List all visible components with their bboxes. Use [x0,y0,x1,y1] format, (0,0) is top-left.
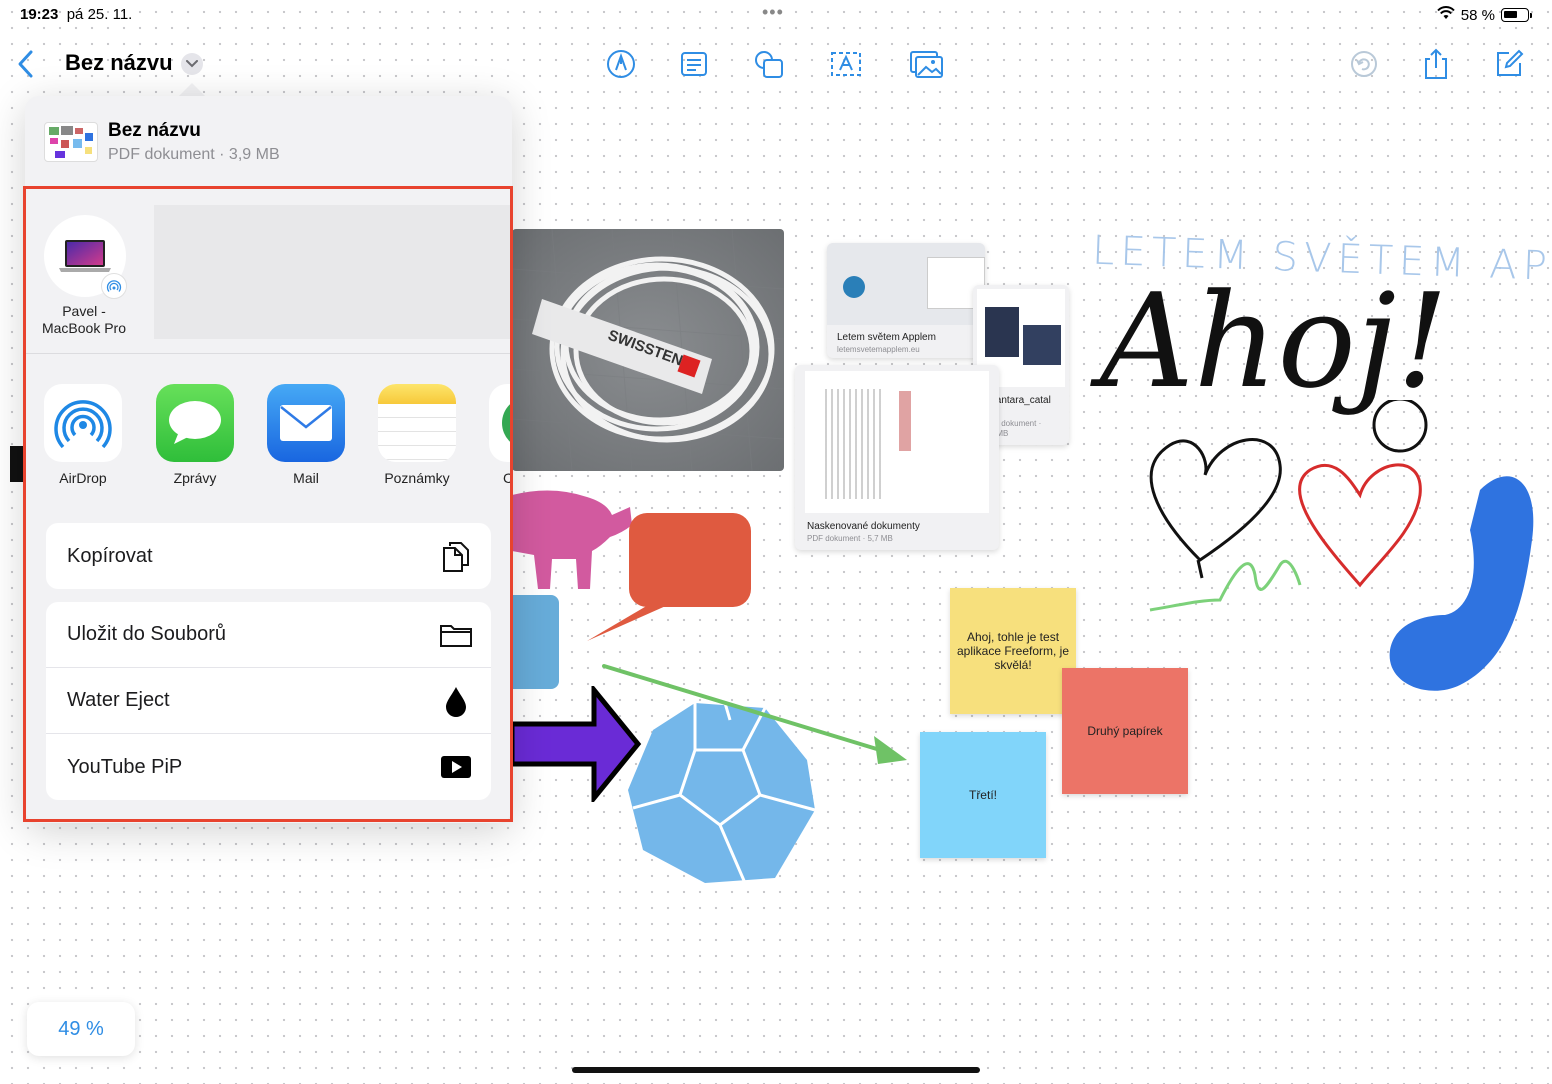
pen-icon [607,50,635,78]
undo-button[interactable] [1346,46,1382,82]
line-arrow[interactable] [600,660,912,775]
note-icon [681,52,707,76]
status-indicators: 58 % [1437,6,1532,24]
text-box-tool-button[interactable] [828,46,864,82]
sticky-note-tool-button[interactable] [676,46,712,82]
status-time: 19:23 pá 25. 11. [20,6,133,23]
pdf-card-scanned[interactable]: Naskenované dokumenty PDF dokument · 5,7… [795,365,999,550]
pen-tool-button[interactable] [603,46,639,82]
battery-percent: 58 % [1460,6,1495,24]
sticky-note-yellow[interactable]: Ahoj, tohle je test aplikace Freeform, j… [950,588,1076,714]
share-icon [1425,48,1447,79]
multitasking-dots[interactable]: ••• [762,2,784,23]
drawing-strokes[interactable] [1140,397,1552,705]
popover-pointer [178,83,206,97]
rectangle-shape[interactable] [512,595,559,689]
back-button[interactable] [14,46,40,82]
battery-icon [1501,8,1529,22]
new-board-button[interactable] [1490,46,1526,82]
chevron-down-icon [186,60,198,68]
document-thumbnail [44,122,98,162]
share-sheet-header: Bez názvu PDF dokument · 3,9 MB [25,96,512,188]
shapes-icon [755,51,783,78]
wifi-icon [1437,6,1455,24]
share-document-name: Bez názvu [108,120,201,141]
sticky-note-blue[interactable]: Třetí! [920,732,1046,858]
link-card[interactable]: Letem světem Applem letemsvetemapplem.eu [827,243,985,358]
media-tool-button[interactable] [908,46,944,82]
compose-icon [1497,49,1524,76]
speech-bubble-shape[interactable] [585,511,753,648]
document-title[interactable]: Bez názvu [65,50,173,76]
text-box-icon [831,52,861,76]
undo-icon [1351,51,1377,77]
share-button[interactable] [1418,46,1454,82]
zoom-level-button[interactable]: 49 % [27,1002,135,1056]
handwritten-text[interactable]: Ahoj! [1100,265,1448,417]
share-document-meta: PDF dokument · 3,9 MB [108,146,280,163]
canvas-photo[interactable]: SWISSTEN [512,229,784,471]
home-indicator[interactable] [572,1067,980,1073]
chevron-left-icon [18,50,33,78]
highlight-annotation [23,186,513,822]
photo-icon [910,51,943,78]
title-menu-button[interactable] [181,53,203,75]
site-logo-icon [843,276,865,298]
shapes-tool-button[interactable] [751,46,787,82]
